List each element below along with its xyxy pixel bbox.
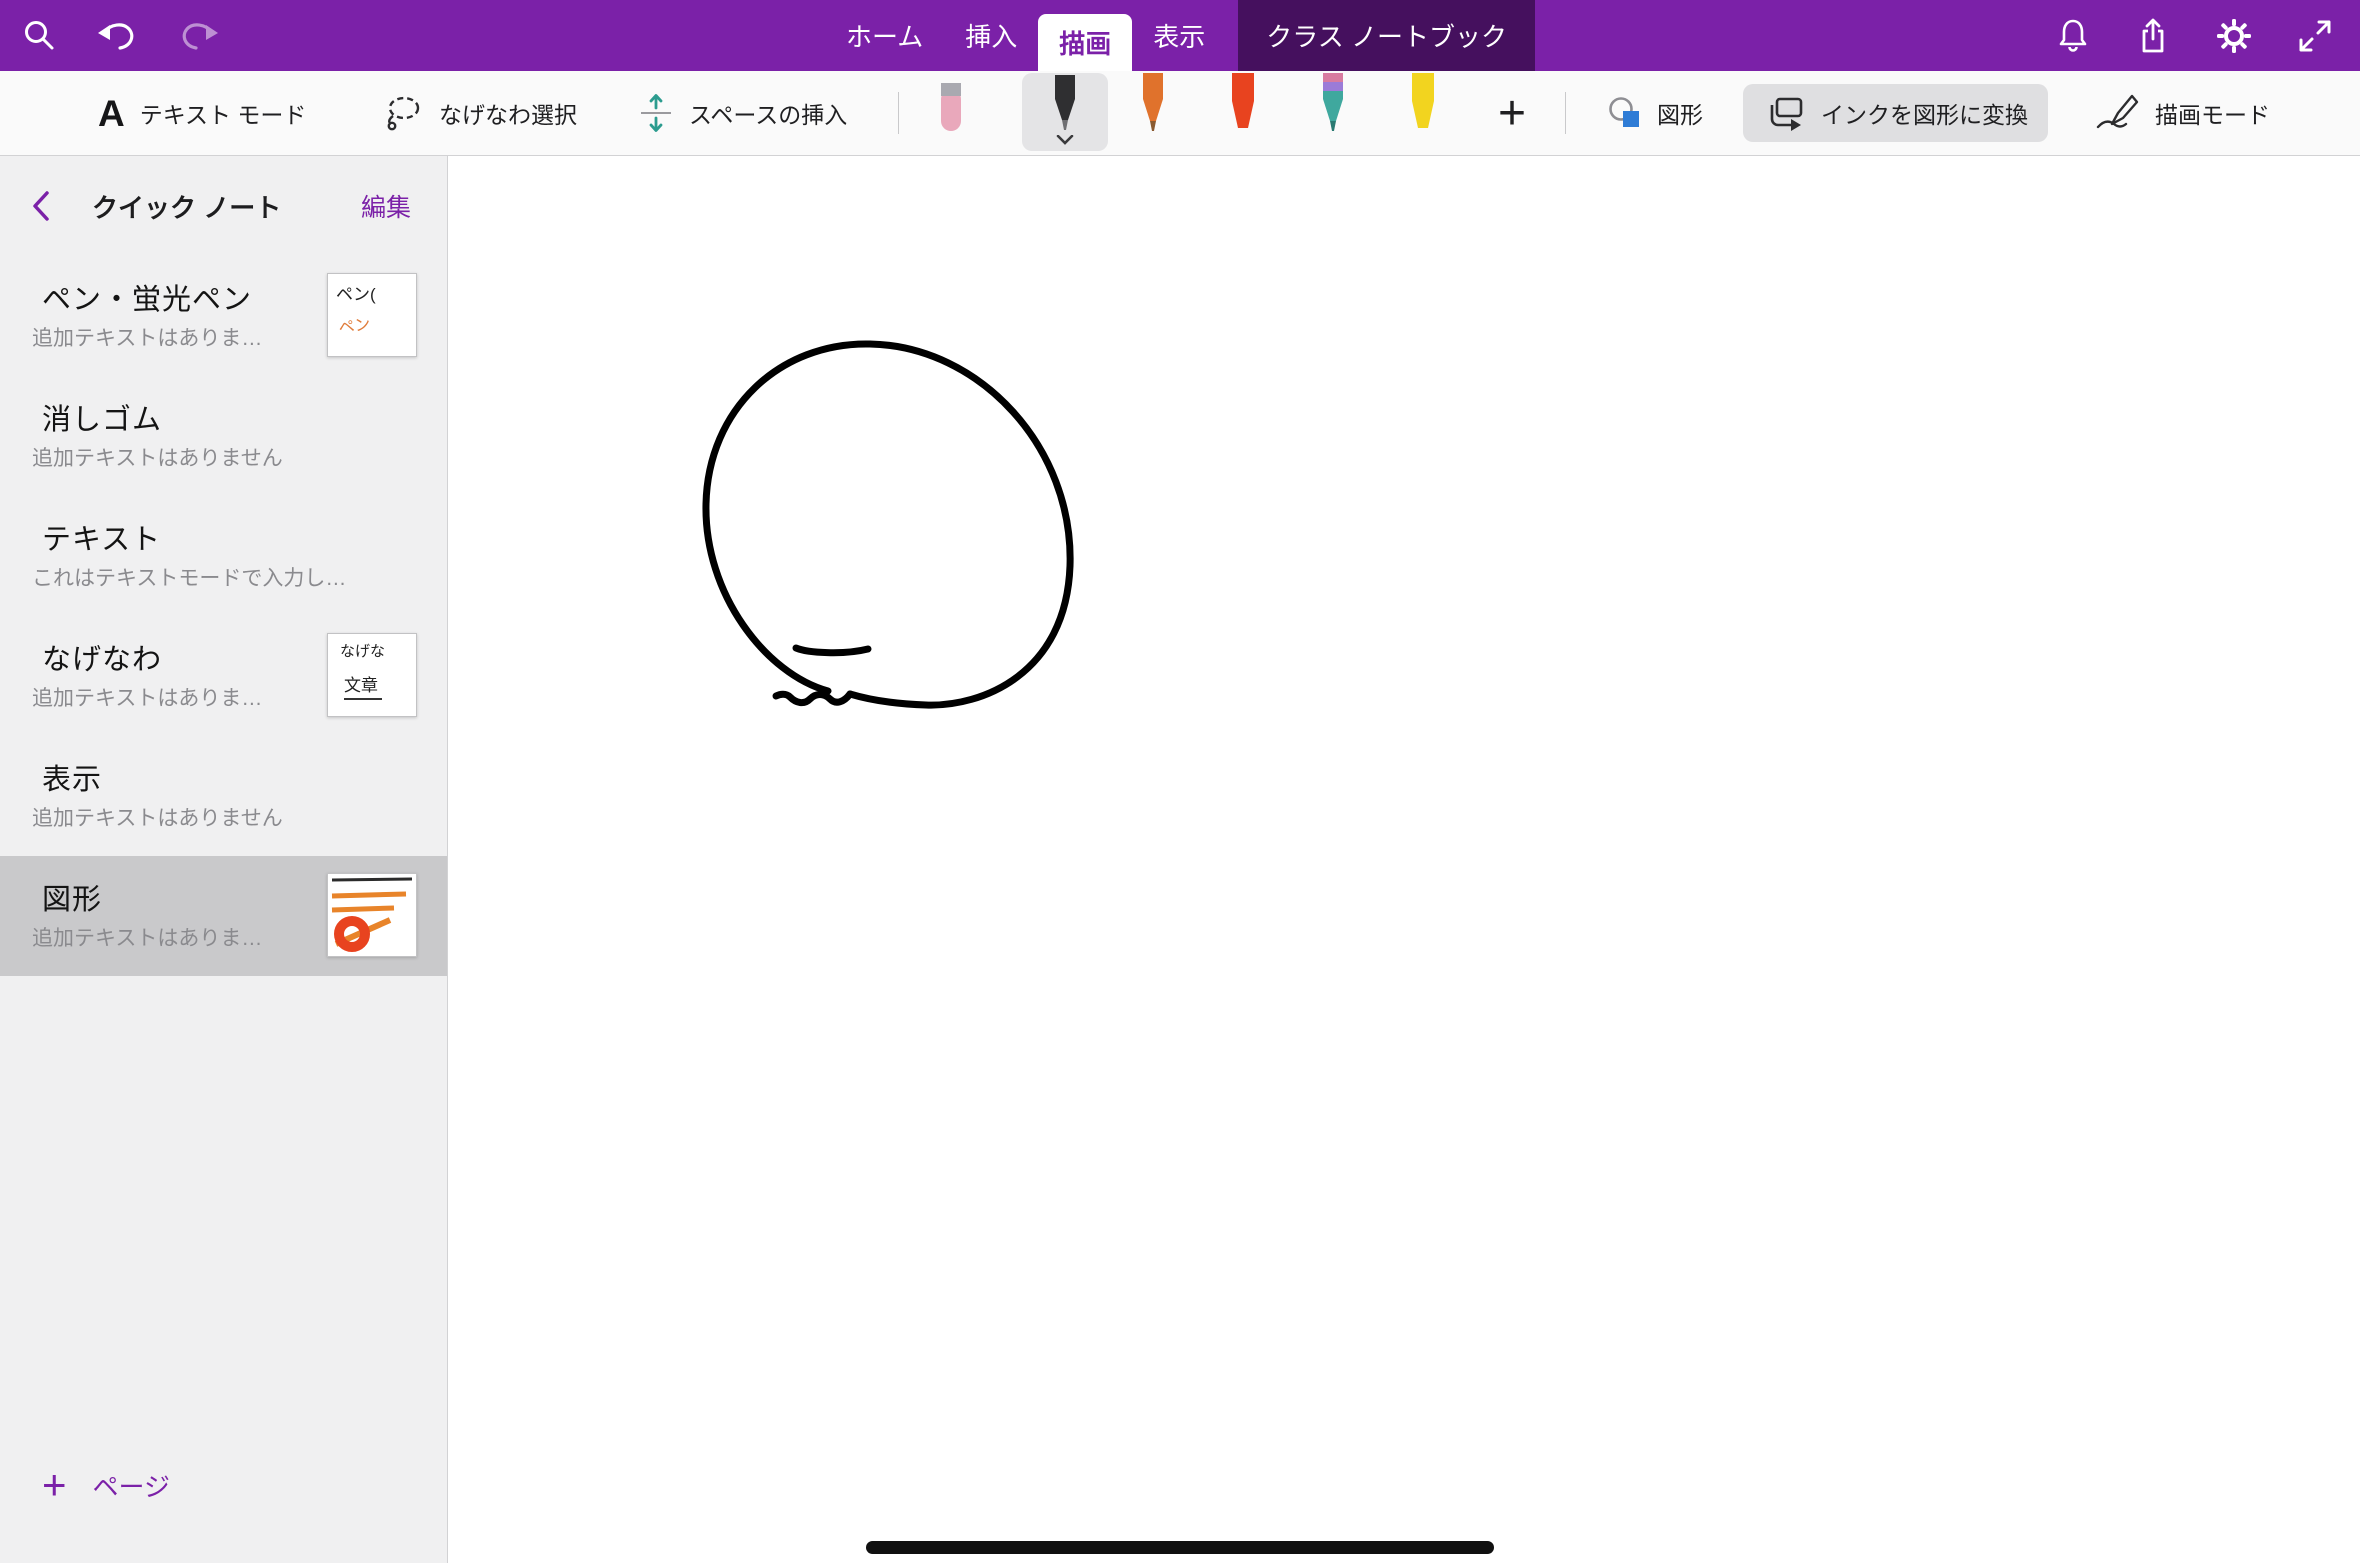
- home-indicator[interactable]: [866, 1541, 1494, 1554]
- add-pen-button[interactable]: +: [1484, 71, 1540, 155]
- chevron-left-icon: [30, 190, 52, 222]
- ink-to-shape-label: インクを図形に変換: [1821, 96, 2028, 130]
- settings-button[interactable]: [2216, 18, 2252, 54]
- top-bar: ホーム 挿入 描画 表示 クラス ノートブック: [0, 0, 2360, 71]
- page-list-item-selected[interactable]: 図形 追加テキストはありま…: [0, 856, 447, 976]
- top-bar-right-icons: [2056, 0, 2332, 71]
- text-mode-button[interactable]: A テキスト モード: [92, 71, 312, 155]
- tab-home[interactable]: ホーム: [825, 0, 944, 71]
- thumbnail-text: なげな: [340, 640, 416, 661]
- edit-button[interactable]: 編集: [355, 187, 417, 225]
- draw-toolbar: A テキスト モード なげなわ選択 スペースの挿入: [0, 71, 2360, 156]
- add-page-button[interactable]: + ページ: [36, 1463, 176, 1507]
- shapes-drawing-thumbnail: [328, 874, 416, 956]
- page-list-item[interactable]: テキスト これはテキストモードで入力し…: [0, 496, 447, 616]
- redo-icon: [178, 18, 218, 54]
- draw-mode-icon: [2094, 93, 2140, 133]
- thumbnail-text: ペン: [337, 304, 417, 339]
- highlighter-yellow[interactable]: [1400, 73, 1446, 135]
- ink-to-shape-button[interactable]: インクを図形に変換: [1743, 84, 2048, 142]
- page-title: 表示: [42, 756, 102, 798]
- share-icon: [2136, 17, 2170, 55]
- redo-button[interactable]: [178, 18, 218, 54]
- ink-to-shape-icon: [1763, 93, 1807, 133]
- page-title: 消しゴム: [42, 396, 162, 438]
- tab-insert[interactable]: 挿入: [944, 0, 1038, 71]
- page-subtitle: 追加テキストはありま…: [32, 322, 262, 352]
- page-thumbnail: ペン( ペン: [327, 273, 417, 357]
- pen-orange[interactable]: [1130, 73, 1176, 137]
- page-list-item[interactable]: なげなわ 追加テキストはありま… なげな 文章: [0, 616, 447, 736]
- page-title: テキスト: [42, 516, 161, 558]
- undo-icon: [98, 18, 138, 54]
- page-thumbnail: なげな 文章: [327, 633, 417, 717]
- gear-icon: [2216, 18, 2252, 54]
- tab-class-notebook[interactable]: クラス ノートブック: [1238, 0, 1535, 71]
- page-thumbnail: [327, 873, 417, 957]
- undo-button[interactable]: [98, 18, 138, 54]
- thumbnail-text: ペン(: [336, 280, 416, 305]
- draw-mode-label: 描画モード: [2155, 96, 2270, 130]
- sidebar-header: クイック ノート 編集: [0, 156, 447, 256]
- lasso-select-label: なげなわ選択: [439, 96, 577, 130]
- tab-view[interactable]: 表示: [1132, 0, 1226, 71]
- ink-drawing-circle: [448, 156, 2360, 1563]
- insert-space-icon: [638, 93, 674, 133]
- shapes-label: 図形: [1657, 96, 1703, 130]
- search-button[interactable]: [22, 18, 58, 54]
- toolbar-divider: [1565, 92, 1566, 134]
- thumbnail-text: 文章: [344, 671, 382, 700]
- shapes-button[interactable]: 図形: [1602, 71, 1709, 155]
- expand-icon: [2298, 19, 2332, 53]
- onenote-app-window: ホーム 挿入 描画 表示 クラス ノートブック: [0, 0, 2360, 1563]
- toolbar-divider: [898, 92, 899, 134]
- pen-galaxy[interactable]: [1310, 73, 1356, 137]
- ribbon-tabs: ホーム 挿入 描画 表示 クラス ノートブック: [825, 0, 1535, 71]
- shapes-icon: [1608, 96, 1642, 130]
- share-button[interactable]: [2136, 17, 2170, 55]
- page-list-item[interactable]: 消しゴム 追加テキストはありません: [0, 376, 447, 496]
- search-icon: [22, 18, 58, 54]
- page-subtitle: 追加テキストはありません: [32, 442, 283, 472]
- page-subtitle: 追加テキストはありません: [32, 802, 283, 832]
- page-list-item[interactable]: ペン・蛍光ペン 追加テキストはありま… ペン( ペン: [0, 256, 447, 376]
- page-title: ペン・蛍光ペン: [42, 276, 252, 318]
- eraser-tool[interactable]: [928, 83, 974, 141]
- note-canvas[interactable]: [448, 156, 2360, 1563]
- back-button[interactable]: [30, 190, 52, 222]
- page-list-sidebar: クイック ノート 編集 ペン・蛍光ペン 追加テキストはありま… ペン( ペン 消…: [0, 156, 448, 1563]
- fullscreen-button[interactable]: [2298, 19, 2332, 53]
- top-bar-left-icons: [22, 0, 218, 71]
- insert-space-button[interactable]: スペースの挿入: [632, 71, 853, 155]
- pen-black: [1042, 75, 1088, 135]
- page-title: なげなわ: [42, 636, 162, 678]
- page-subtitle: 追加テキストはありま…: [32, 922, 262, 952]
- chevron-down-icon: [1055, 135, 1075, 145]
- lasso-icon: [384, 95, 424, 131]
- draw-mode-button[interactable]: 描画モード: [2088, 71, 2276, 155]
- lasso-select-button[interactable]: なげなわ選択: [378, 71, 583, 155]
- text-mode-icon: A: [98, 95, 125, 132]
- notifications-button[interactable]: [2056, 17, 2090, 55]
- notebook-section-title: クイック ノート: [92, 188, 281, 225]
- text-mode-label: テキスト モード: [140, 96, 307, 130]
- highlighter-red[interactable]: [1220, 73, 1266, 135]
- insert-space-label: スペースの挿入: [689, 96, 847, 130]
- page-title: 図形: [42, 876, 102, 918]
- page-subtitle: これはテキストモードで入力し…: [32, 562, 346, 592]
- page-subtitle: 追加テキストはありま…: [32, 682, 262, 712]
- bell-icon: [2056, 17, 2090, 55]
- plus-icon: +: [42, 1464, 67, 1506]
- page-list-item[interactable]: 表示 追加テキストはありません: [0, 736, 447, 856]
- add-page-label: ページ: [93, 1467, 170, 1504]
- selected-pen-well[interactable]: [1022, 73, 1108, 151]
- tab-draw[interactable]: 描画: [1038, 14, 1132, 71]
